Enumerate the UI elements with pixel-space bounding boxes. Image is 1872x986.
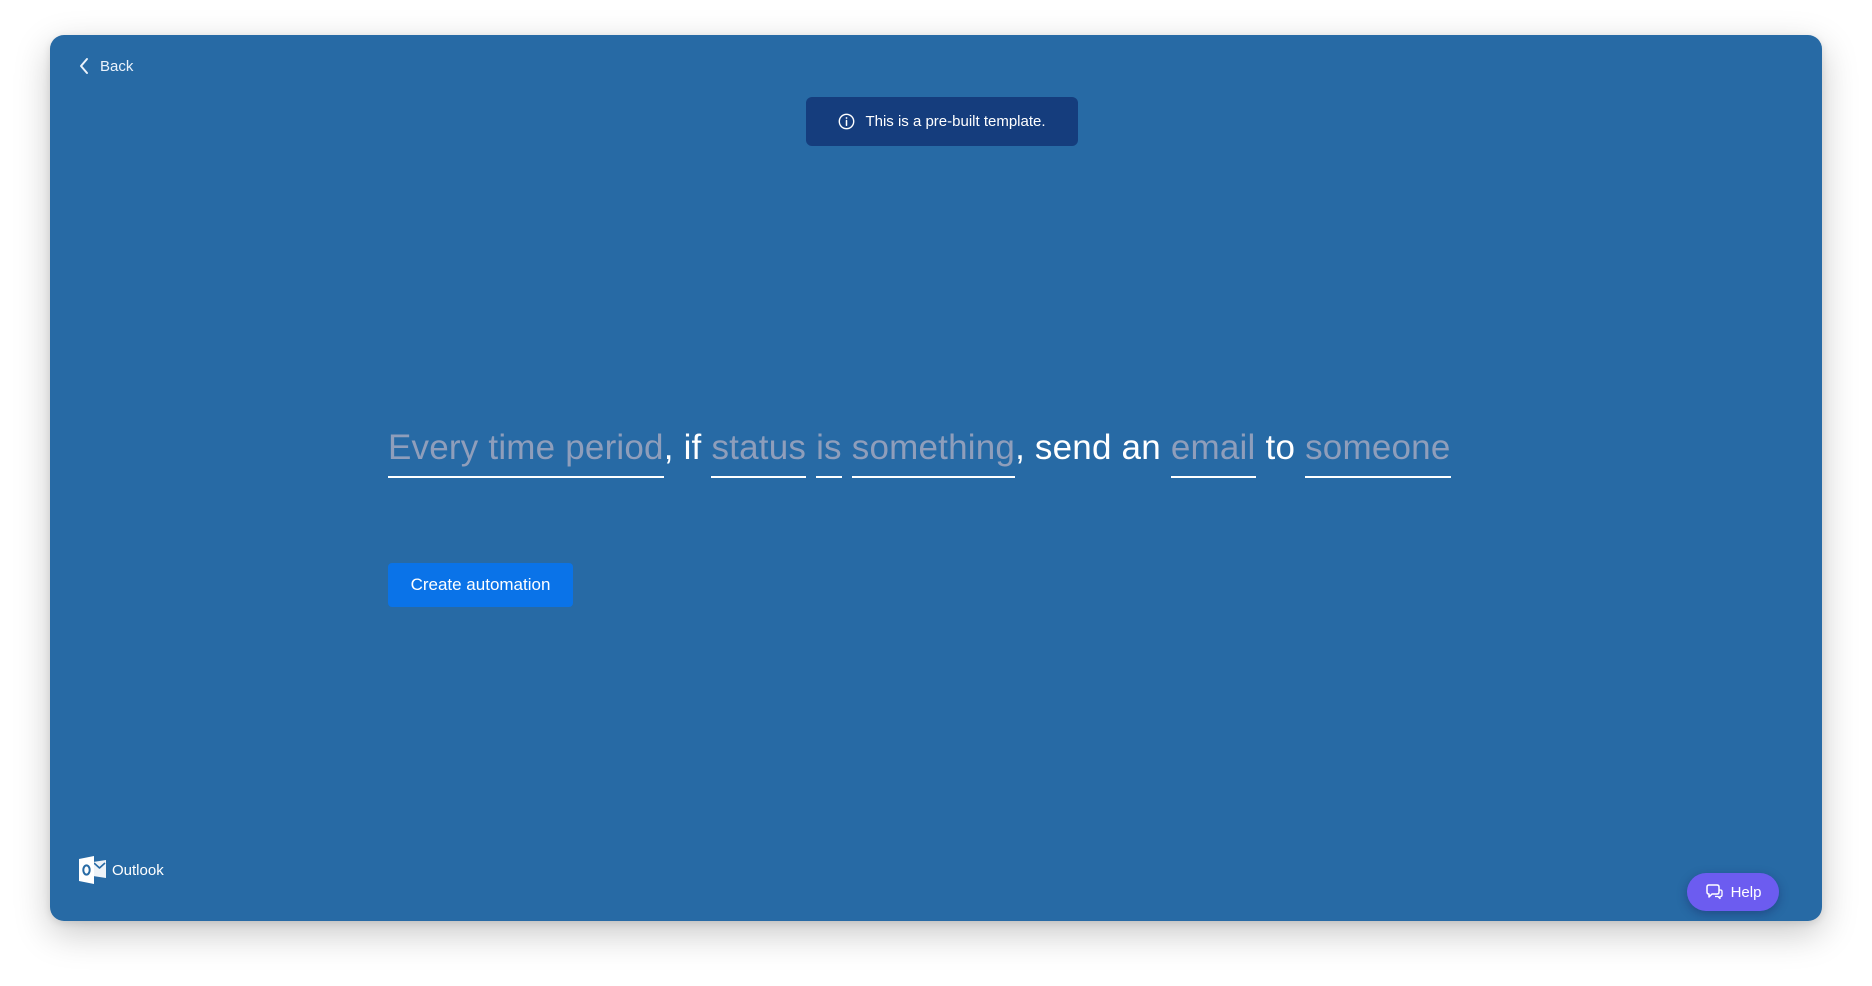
- condition-field-select[interactable]: status: [711, 428, 807, 478]
- outlook-logo-icon: [78, 855, 108, 885]
- back-label: Back: [100, 57, 134, 75]
- recipe-text-if: , if: [663, 428, 702, 467]
- recipe-text-send-an: , send an: [1015, 428, 1161, 467]
- integration-logo: Outlook: [78, 855, 164, 885]
- condition-value-select[interactable]: something: [851, 428, 1016, 478]
- template-info-banner: This is a pre-built template.: [806, 97, 1078, 146]
- action-type-select[interactable]: email: [1170, 428, 1256, 478]
- help-button[interactable]: Help: [1687, 873, 1779, 911]
- automation-recipe-sentence: Every time period , if status is somethi…: [388, 428, 1451, 478]
- recipe-text-to: to: [1265, 428, 1296, 467]
- help-label: Help: [1730, 883, 1762, 901]
- recipient-select[interactable]: someone: [1305, 428, 1451, 478]
- automation-template-panel: Back This is a pre-built template. Every…: [50, 35, 1822, 921]
- banner-text: This is a pre-built template.: [865, 113, 1046, 130]
- condition-operator-select[interactable]: is: [816, 428, 842, 478]
- info-icon: [838, 113, 855, 130]
- integration-name: Outlook: [112, 861, 164, 879]
- help-chat-icon: [1705, 884, 1723, 900]
- create-automation-button[interactable]: Create automation: [388, 563, 573, 607]
- trigger-time-period-field[interactable]: Every time period: [388, 428, 664, 478]
- chevron-left-icon: [78, 57, 90, 75]
- back-button[interactable]: Back: [78, 57, 133, 75]
